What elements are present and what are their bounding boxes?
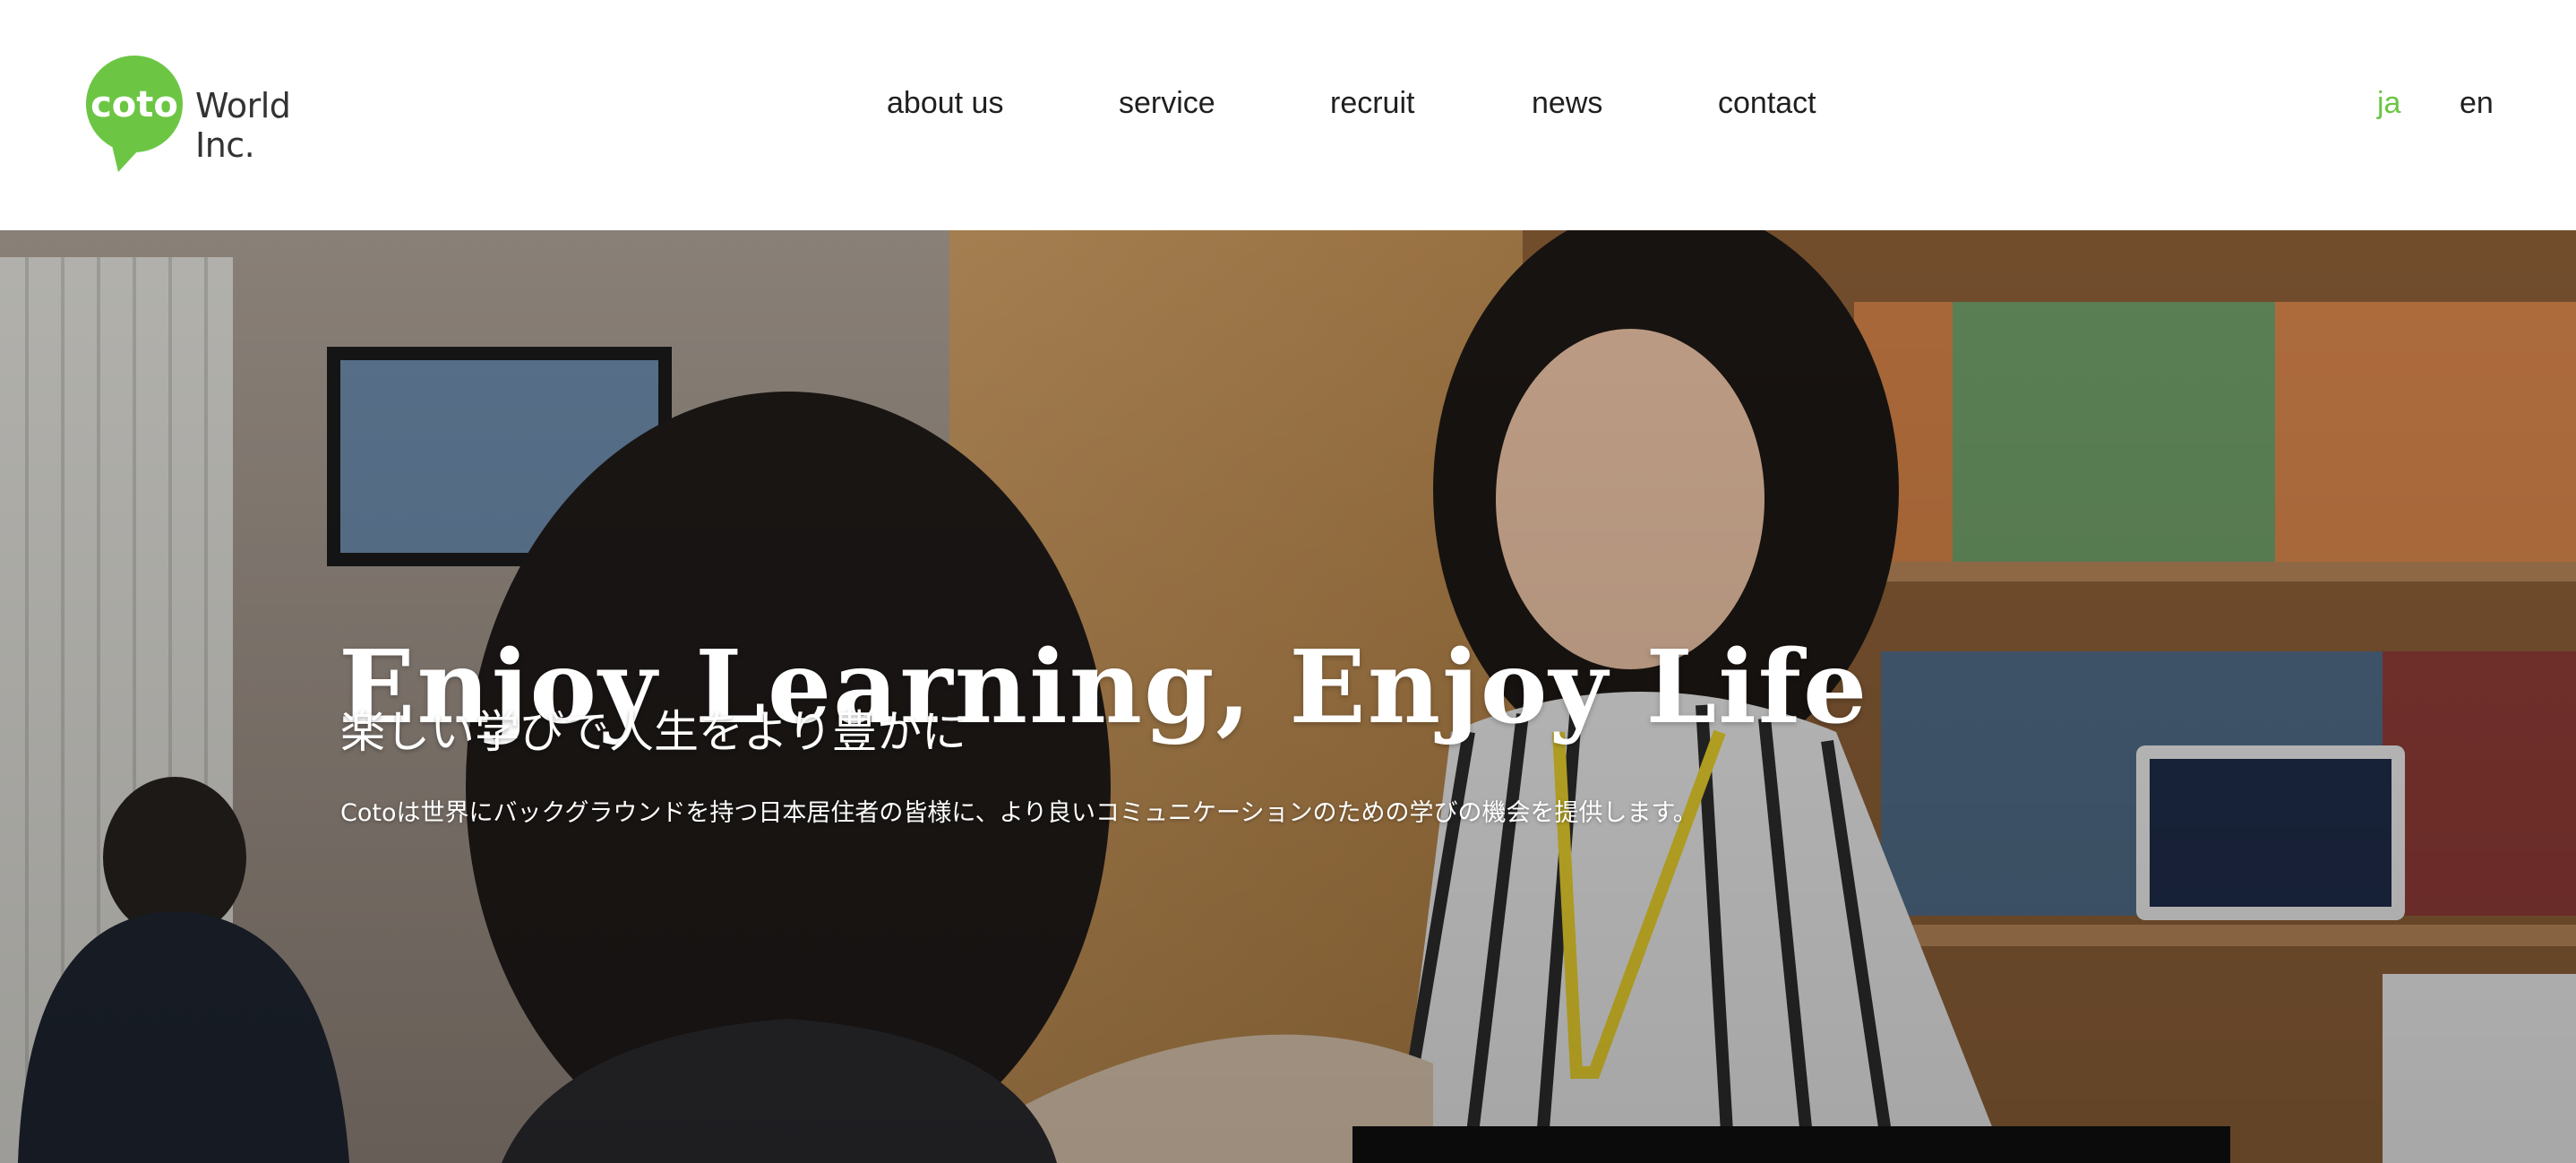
- nav-about-us[interactable]: about us: [887, 86, 1003, 121]
- hero-subtitle: 楽しい学びで人生をより豊かに: [340, 706, 966, 758]
- hero-description: Cotoは世界にバックグラウンドを持つ日本居住者の皆様に、より良いコミュニケーシ…: [340, 799, 1697, 827]
- nav-news[interactable]: news: [1532, 86, 1602, 121]
- lang-ja[interactable]: ja: [2377, 86, 2400, 121]
- nav-service[interactable]: service: [1119, 86, 1215, 121]
- nav-contact[interactable]: contact: [1718, 86, 1816, 121]
- hero-section: Enjoy Learning, Enjoy Life 楽しい学びで人生をより豊か…: [0, 230, 2576, 1163]
- nav-recruit[interactable]: recruit: [1330, 86, 1414, 121]
- site-header: coto World Inc. about us service recruit…: [0, 0, 2576, 230]
- speech-bubble-icon: coto: [86, 56, 183, 172]
- company-logo[interactable]: coto World Inc.: [84, 56, 353, 172]
- lang-en[interactable]: en: [2460, 86, 2494, 121]
- company-name: World Inc.: [195, 86, 291, 165]
- logo-text: coto: [90, 84, 178, 125]
